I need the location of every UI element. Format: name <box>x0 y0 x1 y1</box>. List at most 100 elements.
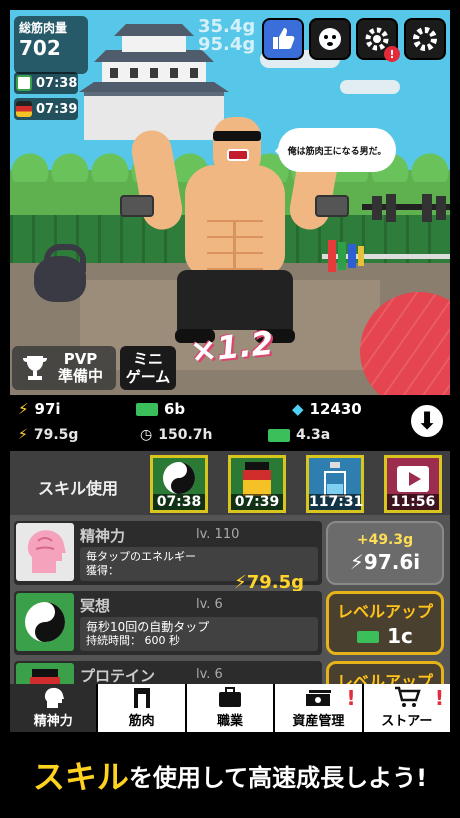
speech-bubble: 俺は筋肉王になる男だ。 <box>275 128 396 172</box>
nav-tab-mental[interactable]: 精神力 <box>10 684 99 732</box>
diamond-icon: ◆ <box>292 400 304 418</box>
gear-icon <box>413 27 437 51</box>
skill-slot-bottle[interactable]: 117:31 <box>306 455 364 513</box>
nav-tab-assets[interactable]: 資産管理 ! <box>275 684 364 732</box>
dumbbell-left <box>120 195 154 217</box>
stat-tap: ⚡ 79.5g <box>18 427 78 443</box>
nav-tab-store[interactable]: ストアー ! <box>363 684 451 732</box>
nav-tab-job[interactable]: 職業 <box>186 684 276 732</box>
face-button[interactable] <box>309 18 351 60</box>
skill-slot-timer: 07:38 <box>153 494 205 510</box>
skill-row: スキル使用 07:38 07:39 117:31 11:56 <box>10 451 450 515</box>
level-up-label: レベルアップ <box>336 602 433 621</box>
card-value-text: 79.5g <box>246 572 304 593</box>
skill-panel: スキル使用 07:38 07:39 117:31 11:56 精神力 lv. 1… <box>10 451 450 684</box>
buff-timer-meditation: 07:38 <box>14 72 78 94</box>
upgrade-card-mental: 精神力 lv. 110 毎タップのエネルギー 獲得： ⚡79.5g <box>14 521 322 592</box>
skill-slot-video[interactable]: 11:56 <box>384 455 442 513</box>
banner-text: を使用して高速成長しよう! <box>128 763 428 792</box>
card-desc-line1: 毎秒10回の自動タップ <box>86 620 210 634</box>
yin-yang-icon <box>16 593 74 651</box>
total-muscle-value: 702 <box>19 36 61 60</box>
mission-button[interactable]: ! <box>356 18 400 62</box>
level-up-button-meditation[interactable]: レベルアップ 1c <box>326 591 444 655</box>
mouth <box>227 149 249 161</box>
nav-tab-label: 職業 <box>217 714 244 729</box>
upgrade-button-mental[interactable]: +49.3g ⚡97.6i <box>326 521 444 585</box>
kettlebell <box>34 244 86 302</box>
level-up-button-protein[interactable]: レベルアップ <box>326 661 444 684</box>
like-button[interactable] <box>262 18 304 60</box>
cash-icon <box>136 402 158 416</box>
upgrade-cost: ⚡97.6i <box>350 550 420 574</box>
level-up-label: レベルアップ <box>336 672 433 684</box>
pvp-label: PVP <box>63 350 98 368</box>
card-desc-line1: 毎タップのエネルギー <box>86 550 196 563</box>
cart-icon <box>394 686 421 707</box>
stat-cash-time: 4.3a <box>268 427 330 443</box>
card-desc-line2: 持続時間： 600 秒 <box>86 634 180 647</box>
mini-game-label-2: ゲーム <box>125 368 171 386</box>
floating-gain-2: 95.4g <box>198 34 256 55</box>
dumbbell-right <box>315 195 349 217</box>
card-level: lv. 6 <box>196 597 223 612</box>
tap-lightning-icon: ⚡ <box>18 427 28 443</box>
skill-slot-meditation[interactable]: 07:38 <box>150 455 208 513</box>
nav-tab-label: 資産管理 <box>292 714 345 729</box>
upgrade-cost-text: 97.6i <box>363 550 421 574</box>
upgrade-gain: +49.3g <box>356 532 414 548</box>
resource-stats: ⚡ 97i 6b ◆ 12430 ⚡ 79.5g ◷ 150.7h 4.3a <box>10 395 450 451</box>
mini-game-button[interactable]: ミニ ゲーム <box>120 346 176 390</box>
card-name: 冥想 <box>80 597 111 615</box>
buff-timer-text: 07:38 <box>36 75 78 91</box>
level-up-cost: 1c <box>357 624 413 648</box>
nav-tab-muscle[interactable]: 筋肉 <box>98 684 187 732</box>
stat-cash-time-value: 4.3a <box>296 427 331 443</box>
ghost-face-icon <box>319 28 341 50</box>
tap-lightning-icon: ⚡ <box>234 572 247 593</box>
collapse-arrow-button[interactable]: ⬇ <box>408 402 446 440</box>
stat-gems-value: 12430 <box>309 400 362 418</box>
arrow-down-icon: ⬇ <box>416 407 438 435</box>
cash-clock-icon <box>268 428 290 442</box>
card-name: プロテイン <box>80 667 156 684</box>
briefcase-icon <box>219 687 242 707</box>
stat-power-value: 97i <box>34 400 61 418</box>
protein-jar-icon <box>16 663 74 684</box>
stat-power: ⚡ 97i <box>18 400 61 418</box>
buff-timer-protein: 07:39 <box>14 98 78 120</box>
game-scene[interactable]: 俺は筋肉王になる男だ。 ×1.2 総筋肉量 702 35.4g 95.4g 07… <box>10 10 450 395</box>
head <box>213 117 261 177</box>
brain-head-icon <box>16 523 74 581</box>
cash-icon <box>357 631 380 643</box>
card-description: 毎タップのエネルギー 獲得： ⚡79.5g <box>80 547 318 592</box>
cloud <box>340 80 400 94</box>
total-muscle-label: 総筋肉量 <box>19 21 68 35</box>
abs <box>207 220 263 270</box>
lightning-icon: ⚡ <box>349 550 364 574</box>
bottom-nav: 精神力 筋肉 職業 資産管理 ! ストアー ! <box>10 684 451 732</box>
protein-icon <box>16 101 32 117</box>
stat-cash: 6b <box>136 400 185 418</box>
stat-tap-value: 79.5g <box>33 427 79 443</box>
pants <box>177 270 293 330</box>
card-level: lv. 110 <box>196 527 240 542</box>
stat-gems: ◆ 12430 <box>292 400 362 418</box>
sunglasses <box>213 131 261 141</box>
yin-yang-icon <box>16 75 32 91</box>
upgrade-card-meditation: 冥想 lv. 6 毎秒10回の自動タップ 持続時間： 600 秒 <box>14 591 322 655</box>
clock-lightning-icon: ◷ <box>140 427 153 443</box>
skill-use-label: スキル使用 <box>38 479 119 498</box>
skill-slot-protein[interactable]: 07:39 <box>228 455 286 513</box>
mini-game-label-1: ミニ <box>132 350 163 368</box>
lightning-icon: ⚡ <box>18 400 29 418</box>
card-level: lv. 6 <box>196 667 223 682</box>
pvp-button[interactable]: PVP 準備中 <box>12 346 116 390</box>
settings-button[interactable] <box>404 18 446 60</box>
nav-tab-label: 筋肉 <box>128 714 155 729</box>
money-stack-icon <box>306 690 332 706</box>
alert-badge: ! <box>384 46 400 62</box>
stat-cash-value: 6b <box>164 400 186 418</box>
card-value: ⚡79.5g <box>234 574 304 592</box>
level-up-cost-text: 1c <box>387 624 413 648</box>
